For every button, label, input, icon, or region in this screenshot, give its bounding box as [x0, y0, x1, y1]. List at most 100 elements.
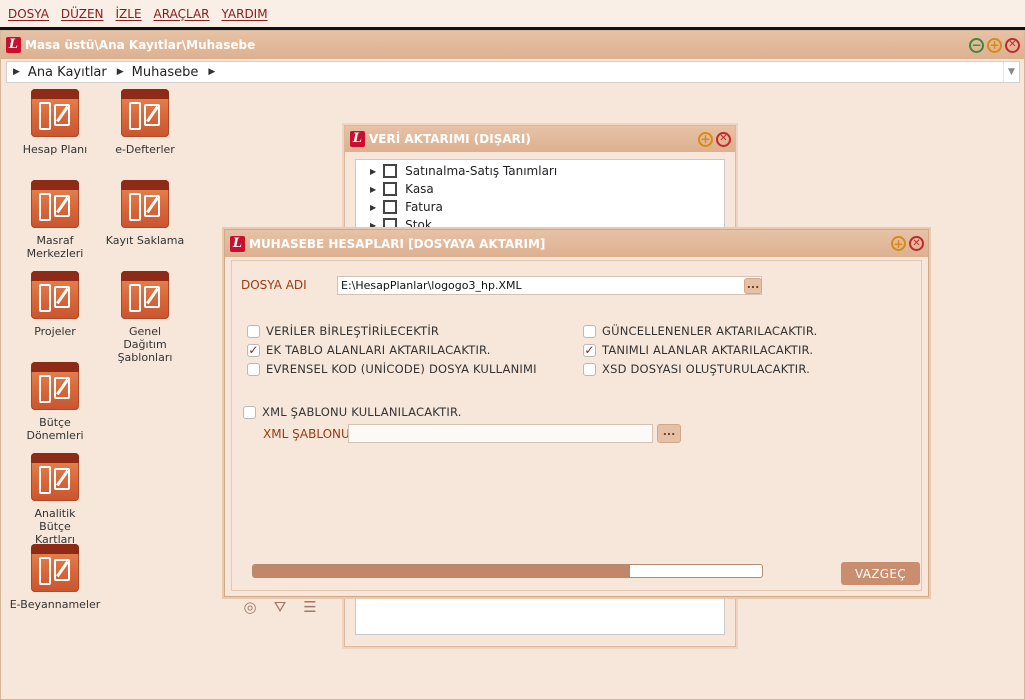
accounting-doc-icon	[31, 453, 79, 501]
menu-araclar[interactable]: ARAÇLAR	[154, 7, 210, 21]
expand-arrow-icon[interactable]: ▶	[370, 203, 376, 212]
accounting-doc-icon	[31, 362, 79, 410]
tree-checkbox[interactable]	[383, 164, 398, 178]
desktop-icon-masraf-merkezleri[interactable]: Masraf Merkezleri	[9, 180, 101, 260]
desktop-icon-genel-dagitim-sablonlari[interactable]: Genel Dağıtım Şablonları	[99, 271, 191, 364]
accounting-doc-icon	[31, 180, 79, 228]
option-unicode-file[interactable]: EVRENSEL KOD (UNİCODE) DOSYA KULLANIMI	[247, 362, 537, 376]
checkbox[interactable]	[247, 362, 260, 376]
close-icon[interactable]: ✕	[1005, 37, 1020, 53]
file-name-input[interactable]: E:\HesapPlanlar\logogo3_hp.XML	[337, 276, 762, 295]
desktop-icon-butce-donemleri[interactable]: Bütçe Dönemleri	[9, 362, 101, 442]
cancel-button-label: VAZGEÇ	[855, 566, 906, 581]
accounting-doc-icon	[121, 89, 169, 137]
option-label: XML ŞABLONU KULLANILACAKTIR.	[262, 405, 462, 419]
breadcrumb: ▶ Ana Kayıtlar ▶ Muhasebe ▶ ▼	[6, 61, 1020, 83]
option-defined-fields[interactable]: ✓ TANIMLI ALANLAR AKTARILACAKTIR.	[583, 343, 813, 357]
desktop-icon-label: E-Beyannameler	[9, 598, 101, 611]
logo-icon: L	[350, 131, 365, 147]
option-create-xsd[interactable]: XSD DOSYASI OLUŞTURULACAKTIR.	[583, 362, 810, 376]
menu-dosya[interactable]: DOSYA	[8, 7, 49, 21]
file-name-label: DOSYA ADI	[241, 278, 307, 292]
desktop-icon-projeler[interactable]: Projeler	[9, 271, 101, 338]
option-label: XSD DOSYASI OLUŞTURULACAKTIR.	[602, 362, 811, 376]
accounts-dialog-body: DOSYA ADI E:\HesapPlanlar\logogo3_hp.XML…	[231, 260, 922, 616]
tree-node-label: Kasa	[405, 182, 434, 196]
accounts-dialog-title-bar[interactable]: L MUHASEBE HESAPLARI [DOSYAYA AKTARIM] +…	[225, 230, 928, 257]
menu-yardim[interactable]: YARDIM	[222, 7, 268, 21]
checkmark-icon[interactable]: ✓	[583, 343, 596, 357]
checkbox[interactable]	[583, 324, 596, 338]
database-icon[interactable]: ☰	[301, 598, 319, 616]
menu-bar: DOSYA DÜZEN İZLE ARAÇLAR YARDIM	[0, 0, 1025, 27]
option-label: GÜNCELLENENLER AKTARILACAKTIR.	[602, 324, 818, 338]
desktop-icon-analitik-butce-kartlari[interactable]: Analitik Bütçe Kartları	[9, 453, 101, 546]
filter-icon[interactable]: ⛛	[271, 598, 289, 616]
expand-arrow-icon[interactable]: ▶	[370, 185, 376, 194]
close-icon[interactable]: ✕	[909, 236, 924, 251]
desktop-icon-label: Hesap Planı	[22, 143, 88, 156]
tree-checkbox[interactable]	[383, 200, 398, 214]
browse-file-button[interactable]: ...	[744, 278, 762, 294]
logo-icon: L	[230, 235, 245, 252]
export-progress-bar	[252, 564, 763, 578]
tree-node-label: Fatura	[405, 200, 443, 214]
close-icon[interactable]: ✕	[716, 131, 731, 147]
checkbox[interactable]	[243, 405, 256, 419]
breadcrumb-dropdown-icon[interactable]: ▼	[1003, 62, 1019, 82]
accounting-doc-icon	[31, 544, 79, 592]
tree-node-label: Satınalma-Satış Tanımları	[405, 164, 558, 178]
checkmark-icon[interactable]: ✓	[247, 343, 260, 357]
desktop-icon-e-beyannameler[interactable]: E-Beyannameler	[9, 544, 101, 611]
maximize-icon[interactable]: +	[698, 131, 713, 147]
info-icon[interactable]: ◎	[241, 598, 259, 616]
breadcrumb-arrow-icon[interactable]: ▶	[13, 67, 20, 77]
desktop-icon-label: Kayıt Saklama	[105, 234, 185, 247]
breadcrumb-arrow-icon[interactable]: ▶	[117, 67, 124, 77]
accounting-doc-icon	[121, 180, 169, 228]
option-use-xml-template[interactable]: XML ŞABLONU KULLANILACAKTIR.	[243, 405, 462, 419]
tree-node[interactable]: ▶ Kasa	[370, 180, 434, 198]
accounting-doc-icon	[121, 271, 169, 319]
logo-icon: L	[6, 37, 21, 53]
xml-template-label: XML ŞABLONU	[263, 427, 350, 441]
tree-node[interactable]: ▶ Fatura	[370, 198, 443, 216]
minimize-icon[interactable]: −	[969, 37, 984, 53]
desktop-icon-label: Bütçe Dönemleri	[26, 416, 84, 442]
xml-template-input[interactable]	[348, 424, 653, 443]
accounting-doc-icon	[31, 89, 79, 137]
breadcrumb-item-ana-kayitlar[interactable]: Ana Kayıtlar	[28, 65, 107, 80]
tree-node[interactable]: ▶ Satınalma-Satış Tanımları	[370, 162, 557, 180]
option-merge-data[interactable]: VERİLER BİRLEŞTİRİLECEKTİR	[247, 324, 439, 338]
export-dialog-title: VERİ AKTARIMI (DIŞARI)	[369, 132, 531, 146]
expand-arrow-icon[interactable]: ▶	[370, 167, 376, 176]
desktop-title-bar[interactable]: L Masa üstü\Ana Kayıtlar\Muhasebe − + ✕	[1, 31, 1024, 59]
option-updated-export[interactable]: GÜNCELLENENLER AKTARILACAKTIR.	[583, 324, 818, 338]
option-label: VERİLER BİRLEŞTİRİLECEKTİR	[266, 324, 440, 338]
cancel-button[interactable]: VAZGEÇ	[841, 562, 920, 585]
option-extra-table-fields[interactable]: ✓ EK TABLO ALANLARI AKTARILACAKTIR.	[247, 343, 491, 357]
menu-izle[interactable]: İZLE	[116, 7, 142, 21]
breadcrumb-arrow-icon[interactable]: ▶	[208, 67, 215, 77]
desktop-title: Masa üstü\Ana Kayıtlar\Muhasebe	[25, 38, 256, 52]
progress-fill	[253, 565, 630, 577]
maximize-icon[interactable]: +	[891, 236, 906, 251]
export-dialog-title-bar[interactable]: L VERİ AKTARIMI (DIŞARI) + ✕	[345, 126, 735, 152]
desktop-icon-label: Genel Dağıtım Şablonları	[117, 325, 173, 364]
accounts-dialog-title: MUHASEBE HESAPLARI [DOSYAYA AKTARIM]	[249, 236, 546, 251]
breadcrumb-item-muhasebe[interactable]: Muhasebe	[132, 65, 199, 80]
accounts-export-dialog: L MUHASEBE HESAPLARI [DOSYAYA AKTARIM] +…	[224, 229, 929, 616]
menu-duzen[interactable]: DÜZEN	[61, 7, 104, 21]
desktop-icon-label: Projeler	[34, 325, 76, 338]
desktop-icon-kayit-saklama[interactable]: Kayıt Saklama	[99, 180, 191, 247]
desktop-icon-label: Masraf Merkezleri	[26, 234, 84, 260]
browse-xml-template-button[interactable]: ...	[657, 424, 681, 443]
maximize-icon[interactable]: +	[987, 37, 1002, 53]
desktop-icon-e-defterler[interactable]: e-Defterler	[99, 89, 191, 156]
option-label: EK TABLO ALANLARI AKTARILACAKTIR.	[266, 343, 491, 357]
tree-checkbox[interactable]	[383, 182, 398, 196]
checkbox[interactable]	[583, 362, 596, 376]
checkbox[interactable]	[247, 324, 260, 338]
option-label: EVRENSEL KOD (UNİCODE) DOSYA KULLANIMI	[266, 362, 537, 376]
desktop-icon-hesap-plani[interactable]: Hesap Planı	[9, 89, 101, 156]
